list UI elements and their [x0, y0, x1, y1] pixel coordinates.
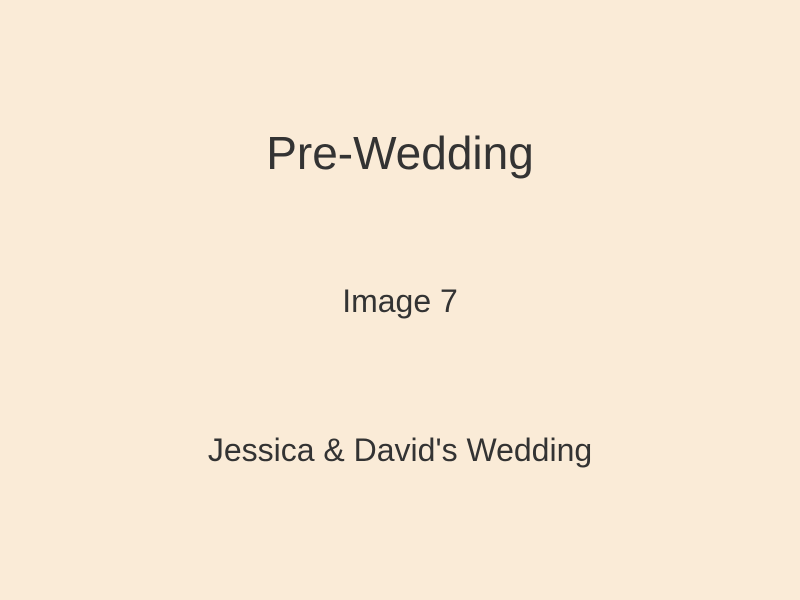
category-title: Pre-Wedding [266, 127, 534, 179]
image-label: Image 7 [342, 283, 458, 319]
event-caption: Jessica & David's Wedding [207, 432, 593, 468]
placeholder-image: Pre-Wedding Image 7 Jessica & David's We… [0, 0, 800, 600]
